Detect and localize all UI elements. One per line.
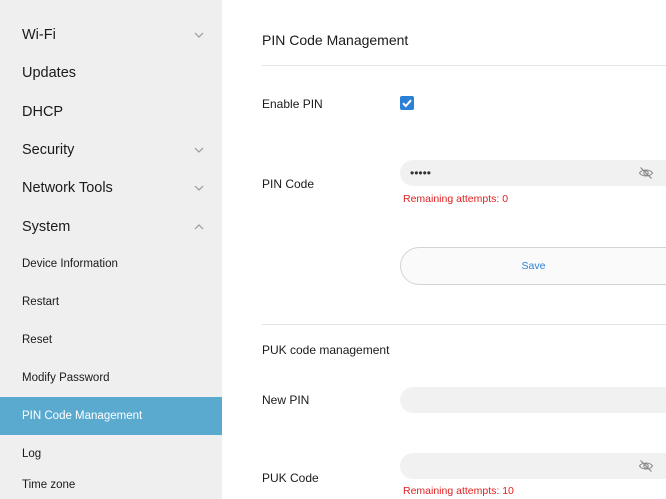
pin-remaining-attempts: Remaining attempts: 0 (403, 193, 509, 205)
save-button[interactable]: Save (400, 247, 666, 285)
sidebar-subitem-label: Reset (22, 334, 53, 346)
sidebar-subitem-label: Log (22, 448, 42, 460)
main-content: PIN Code Management Enable PIN PIN Code … (222, 0, 666, 499)
eye-off-icon[interactable] (638, 458, 654, 474)
section-divider (262, 324, 666, 325)
pin-code-label: PIN Code (262, 177, 315, 191)
sidebar-subitem-reset[interactable]: Reset (0, 321, 222, 359)
sidebar-subitem-time-zone[interactable]: Time zone (0, 471, 222, 499)
sidebar-subitem-label: Device Information (22, 258, 118, 270)
pin-code-input[interactable]: ••••• (400, 160, 666, 186)
puk-code-label: PUK Code (262, 471, 319, 485)
pin-code-value: ••••• (410, 166, 432, 180)
sidebar-item-updates[interactable]: Updates (0, 54, 222, 92)
sidebar-item-security[interactable]: Security (0, 131, 222, 169)
sidebar: Wi-Fi Updates DHCP Security Network Tool… (0, 0, 222, 499)
sidebar-item-label: Wi-Fi (22, 27, 56, 43)
sidebar-item-dhcp[interactable]: DHCP (0, 93, 222, 131)
enable-pin-checkbox[interactable] (400, 96, 414, 110)
puk-code-input[interactable] (400, 453, 666, 479)
sidebar-item-label: Security (22, 142, 75, 158)
sidebar-subitem-restart[interactable]: Restart (0, 283, 222, 321)
sidebar-subitem-label: Modify Password (22, 372, 110, 384)
sidebar-subitem-label: PIN Code Management (22, 410, 143, 422)
chevron-down-icon (194, 147, 204, 153)
puk-remaining-attempts: Remaining attempts: 10 (403, 485, 514, 497)
sidebar-item-label: Updates (22, 65, 77, 81)
eye-off-icon[interactable] (638, 165, 654, 181)
sidebar-item-label: System (22, 219, 71, 235)
sidebar-subitem-log[interactable]: Log (0, 435, 222, 473)
sidebar-item-wifi[interactable]: Wi-Fi (0, 16, 222, 54)
sidebar-item-system[interactable]: System (0, 208, 222, 246)
checkmark-icon (402, 99, 412, 108)
chevron-up-icon (194, 224, 204, 230)
sidebar-item-network-tools[interactable]: Network Tools (0, 169, 222, 207)
section-divider (262, 65, 666, 66)
enable-pin-label: Enable PIN (262, 97, 323, 111)
sidebar-subitem-modify-password[interactable]: Modify Password (0, 359, 222, 397)
chevron-down-icon (194, 185, 204, 191)
new-pin-label: New PIN (262, 393, 310, 407)
sidebar-item-label: Network Tools (22, 180, 113, 196)
puk-section-title: PUK code management (262, 343, 390, 357)
new-pin-input[interactable] (400, 387, 666, 413)
sidebar-subitem-label: Restart (22, 296, 60, 308)
page-title: PIN Code Management (262, 32, 409, 48)
sidebar-item-label: DHCP (22, 104, 64, 120)
sidebar-subitem-device-information[interactable]: Device Information (0, 245, 222, 283)
sidebar-subitem-label: Time zone (22, 479, 76, 491)
sidebar-subitem-pin-code-management[interactable]: PIN Code Management (0, 397, 222, 435)
chevron-down-icon (194, 32, 204, 38)
